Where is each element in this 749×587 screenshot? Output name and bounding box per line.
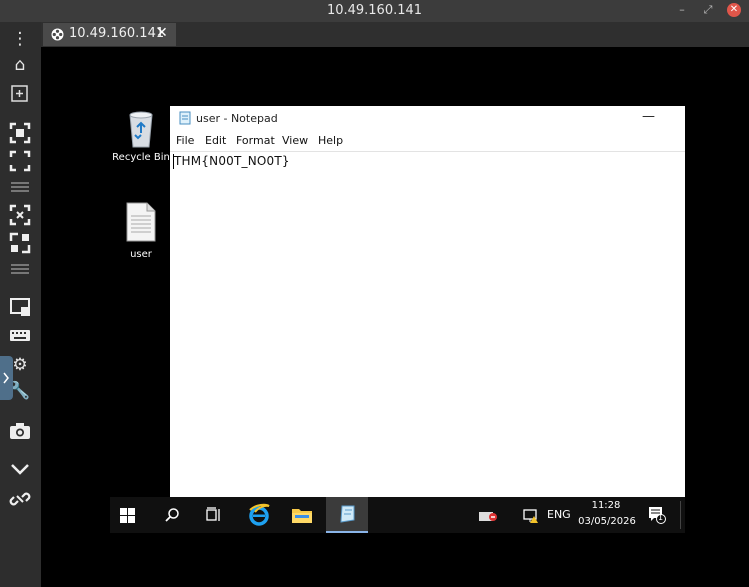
search-button[interactable] — [152, 497, 192, 533]
taskbar-notepad[interactable] — [326, 497, 368, 533]
network-icon — [51, 28, 64, 41]
fullscreen-icon[interactable] — [8, 150, 32, 172]
maximize-icon[interactable]: ⤢ — [701, 3, 715, 17]
taskbar-internet-explorer[interactable] — [238, 497, 278, 533]
fit-screen-icon[interactable] — [8, 122, 32, 144]
clock-date[interactable]: 03/05/2026 — [577, 516, 637, 527]
clock-time[interactable]: 11:28 — [586, 500, 626, 511]
camera-icon[interactable] — [8, 420, 32, 442]
notification-icon — [649, 507, 666, 524]
notepad-menu-bar: File Edit Format View Help — [170, 131, 685, 151]
network-tray-icon[interactable] — [478, 508, 498, 527]
menu-file[interactable]: File — [176, 134, 194, 147]
desktop-icon-recycle-bin[interactable]: Recycle Bin — [106, 107, 176, 163]
text-file-icon — [126, 202, 156, 242]
toolbar-sidebar: ⋮ ⌂ ⚙ 🔧 — [0, 22, 41, 587]
menu-help[interactable]: Help — [318, 134, 343, 147]
more-options-icon[interactable]: ⋮ — [8, 28, 32, 50]
internet-explorer-icon — [249, 503, 270, 526]
window-title: 10.49.160.141 — [326, 3, 423, 18]
close-window-button[interactable]: ✕ — [727, 3, 741, 17]
notepad-title: user - Notepad — [196, 112, 278, 125]
divider — [11, 182, 29, 192]
notepad-title-bar[interactable]: user - Notepad — — [170, 106, 685, 131]
desktop-icon-label: user — [130, 249, 152, 260]
folder-icon — [292, 509, 312, 523]
scale-icon[interactable] — [8, 204, 32, 226]
menu-view[interactable]: View — [282, 134, 308, 147]
show-desktop-divider[interactable] — [680, 501, 681, 529]
new-tab-icon[interactable] — [8, 82, 32, 104]
notepad-icon — [179, 111, 191, 125]
taskbar-file-explorer[interactable] — [282, 497, 322, 533]
notepad-window[interactable]: user - Notepad — File Edit Format View H… — [170, 106, 685, 497]
notepad-text-area[interactable]: THM{N00T_NO0T} — [170, 151, 685, 498]
tab-close-icon[interactable]: ✕ — [156, 25, 168, 41]
sidebar-expand-handle[interactable] — [0, 356, 13, 400]
desktop-icon-user[interactable]: user — [106, 202, 176, 260]
start-button[interactable] — [110, 497, 150, 533]
desktop-icon-label: Recycle Bin — [112, 152, 170, 163]
notepad-content: THM{N00T_NO0T} — [174, 154, 290, 168]
action-center-button[interactable]: 1 — [648, 506, 666, 528]
recycle-bin-icon — [129, 111, 153, 148]
menu-format[interactable]: Format — [236, 134, 275, 147]
display-icon[interactable] — [8, 296, 32, 318]
search-icon — [165, 508, 179, 522]
tab-label: 10.49.160.141 — [69, 26, 165, 41]
windows-taskbar: ENG 11:28 03/05/2026 1 — [110, 497, 685, 533]
menu-edit[interactable]: Edit — [205, 134, 226, 147]
notepad-minimize-icon[interactable]: — — [642, 109, 655, 124]
chevron-down-icon[interactable] — [8, 458, 32, 480]
notepad-icon — [340, 505, 355, 523]
tab-connection[interactable]: 10.49.160.141 ✕ — [43, 23, 176, 46]
divider — [11, 264, 29, 274]
resize-icon[interactable] — [8, 232, 32, 254]
task-view-icon — [206, 507, 220, 521]
disconnect-icon[interactable] — [8, 488, 32, 510]
network-warning-icon[interactable] — [523, 508, 541, 528]
task-view-button[interactable] — [194, 497, 234, 533]
window-title-bar: 10.49.160.141 – ⤢ ✕ — [0, 0, 749, 22]
keyboard-icon[interactable] — [8, 324, 32, 346]
language-indicator[interactable]: ENG — [547, 508, 571, 521]
notification-count: 1 — [658, 513, 664, 522]
windows-logo-icon — [120, 508, 135, 523]
home-icon[interactable]: ⌂ — [8, 54, 32, 76]
minimize-icon[interactable]: – — [675, 3, 689, 17]
